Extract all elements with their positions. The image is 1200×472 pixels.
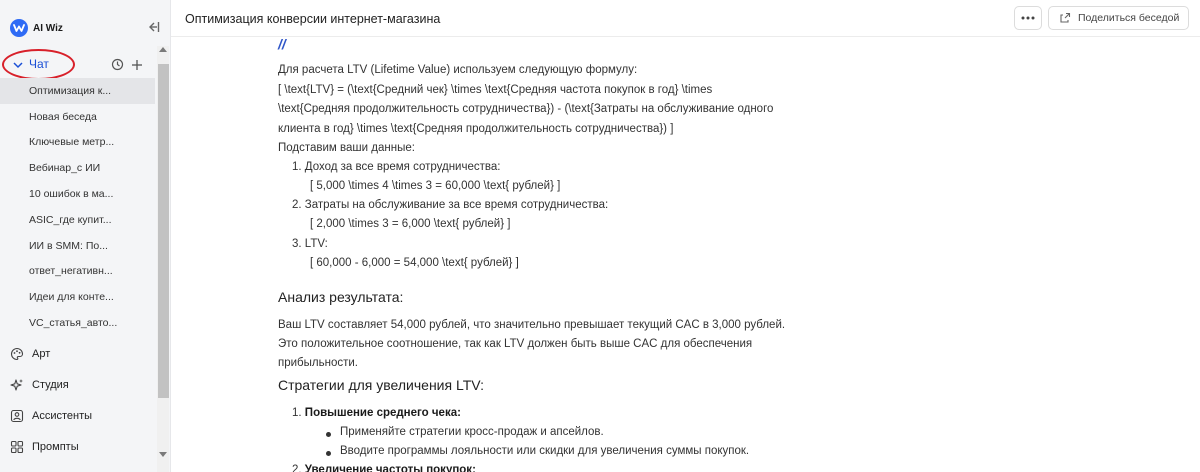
slash-mark: // <box>278 36 286 52</box>
brand[interactable]: AI Wiz <box>10 17 63 39</box>
sidebar: AI Wiz Чат Оптимизация к... Новая беседа… <box>0 0 171 472</box>
chat-list-item[interactable]: Вебинар_с ИИ <box>0 155 155 181</box>
step-item: 2. Затраты на обслуживание за все время … <box>292 199 609 211</box>
nav-item-label: Ассистенты <box>32 410 93 422</box>
substitute-text: Подставим ваши данные: <box>278 142 415 154</box>
chat-list-item[interactable]: ответ_негативн... <box>0 259 155 285</box>
step-formula: [ 2,000 \times 3 = 6,000 \text{ рублей} … <box>310 218 511 230</box>
strategy-bullet: Применяйте стратегии кросс-продаж и апсе… <box>340 426 604 438</box>
analysis-heading: Анализ результата: <box>278 289 404 305</box>
chat-list-item[interactable]: VC_статья_авто... <box>0 310 155 336</box>
nav-item-studio[interactable]: Студия <box>10 375 69 395</box>
nav-item-label: Промпты <box>32 441 79 453</box>
sidebar-scrollbar-thumb[interactable] <box>158 64 169 398</box>
chat-list-item[interactable]: Идеи для конте... <box>0 284 155 310</box>
nav-item-assistants[interactable]: Ассистенты <box>10 406 92 426</box>
collapse-sidebar-icon[interactable] <box>145 19 161 35</box>
chat-list: Оптимизация к... Новая беседа Ключевые м… <box>0 78 155 336</box>
formula-line: клиента в год} \times \text{Средняя прод… <box>278 123 674 135</box>
palette-icon <box>10 347 24 361</box>
share-icon <box>1060 12 1071 23</box>
analysis-text: Ваш LTV составляет 54,000 рублей, что зн… <box>278 319 786 331</box>
formula-line: [ \text{LTV} = (\text{Средний чек} \time… <box>278 84 713 96</box>
page-title: Оптимизация конверсии интернет-магазина <box>185 12 441 26</box>
nav-item-prompts[interactable]: Промпты <box>10 437 79 457</box>
share-button-label: Поделиться беседой <box>1078 12 1180 24</box>
bullet-dot <box>326 451 331 456</box>
nav-item-label: Арт <box>32 348 51 360</box>
assistant-icon <box>10 409 24 423</box>
bullet-dot <box>326 432 331 437</box>
step-item: 1. Доход за все время сотрудничества: <box>292 161 501 173</box>
header: Оптимизация конверсии интернет-магазина … <box>171 0 1200 37</box>
grid-icon <box>10 440 24 454</box>
strategy-item: 2. Увеличение частоты покупок: <box>292 464 476 472</box>
scroll-up-icon[interactable] <box>159 47 167 52</box>
more-options-button[interactable] <box>1014 6 1042 30</box>
analysis-text: Это положительное соотношение, так как L… <box>278 338 753 350</box>
step-item: 3. LTV: <box>292 238 328 250</box>
nav-item-art[interactable]: Арт <box>10 344 50 364</box>
intro-text: Для расчета LTV (Lifetime Value) использ… <box>278 64 638 76</box>
add-chat-icon[interactable] <box>131 58 143 70</box>
chat-list-item[interactable]: Оптимизация к... <box>0 78 155 104</box>
history-icon[interactable] <box>111 58 124 71</box>
chat-list-item[interactable]: ИИ в SMM: По... <box>0 233 155 259</box>
brand-logo-icon <box>10 19 28 37</box>
red-highlight-ellipse <box>2 49 75 80</box>
formula-line: \text{Средняя продолжительность сотрудни… <box>278 103 774 115</box>
analysis-text: прибыльности. <box>278 357 358 369</box>
sparkles-icon <box>10 378 24 392</box>
brand-name: AI Wiz <box>33 22 63 34</box>
chat-list-item[interactable]: Ключевые метр... <box>0 130 155 156</box>
chat-list-item[interactable]: 10 ошибок в ма... <box>0 181 155 207</box>
chat-list-item[interactable]: ASIC_где купит... <box>0 207 155 233</box>
strategy-item: 1. Повышение среднего чека: <box>292 407 461 419</box>
step-formula: [ 60,000 - 6,000 = 54,000 \text{ рублей}… <box>310 257 519 269</box>
strategy-bullet: Вводите программы лояльности или скидки … <box>340 445 750 457</box>
step-formula: [ 5,000 \times 4 \times 3 = 60,000 \text… <box>310 180 561 192</box>
strategies-heading: Стратегии для увеличения LTV: <box>278 377 484 393</box>
more-icon <box>1021 16 1035 20</box>
share-chat-button[interactable]: Поделиться беседой <box>1048 6 1189 30</box>
nav-item-label: Студия <box>32 379 69 391</box>
chat-list-item[interactable]: Новая беседа <box>0 104 155 130</box>
scroll-down-icon[interactable] <box>159 452 167 457</box>
